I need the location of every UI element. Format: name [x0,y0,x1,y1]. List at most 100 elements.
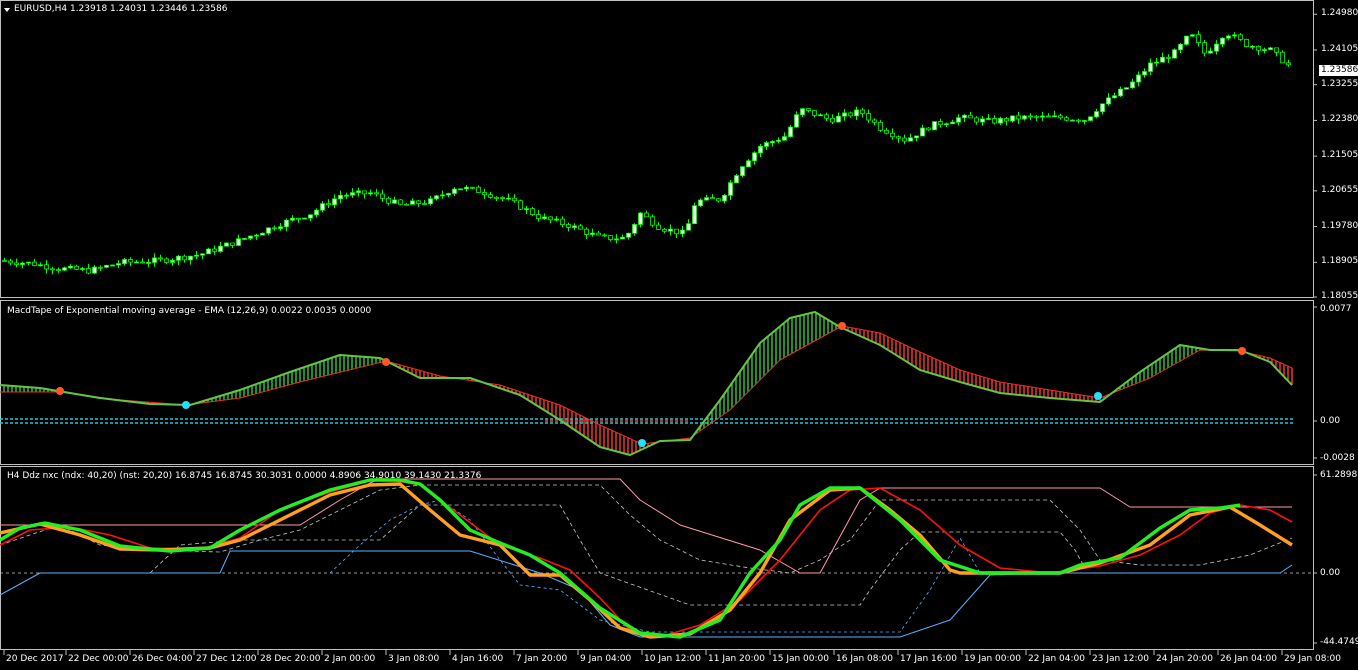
candle-body [260,232,265,236]
candle-body [794,114,799,128]
candle-body [620,236,625,240]
candle-body [116,263,121,266]
candle-body [614,238,619,241]
candle-body [272,227,277,230]
candle-body [1172,49,1177,59]
candle-body [188,255,193,261]
candle-body [350,192,355,196]
candle-body [896,136,901,139]
candle-body [1058,115,1063,119]
candle-body [668,228,673,232]
candle-body [50,268,55,271]
candle-body [1064,117,1069,121]
candle-body [92,266,97,274]
candle-body [920,127,925,137]
candle-body [140,261,145,264]
candle-body [152,257,157,263]
candle-body [86,268,91,274]
chart-canvas [0,0,1317,655]
candle-body [1022,115,1027,120]
candle-body [1040,115,1045,118]
candle-body [830,117,835,123]
candle-body [656,224,661,230]
candle-body [386,197,391,204]
candle-body [788,126,793,137]
candle-body [266,227,271,234]
candle-body [638,212,643,225]
candle-body [986,118,991,120]
time-label: 9 Jan 04:00 [580,654,632,664]
candle-body [584,228,589,235]
price-label: 1.23255 [1321,78,1358,89]
candle-body [458,188,463,191]
candle-body [506,197,511,200]
macd-signal-line [0,325,1293,445]
candle-body [938,121,943,126]
candle-body [1130,81,1135,89]
price-label: 1.19780 [1321,220,1358,231]
candle-body [1208,50,1213,54]
candle-body [854,109,859,117]
candle-body [158,257,163,260]
macd-cross-marker [182,401,190,409]
candle-body [932,121,937,131]
candle-body [596,232,601,236]
time-label: 2 Jan 00:00 [324,654,376,664]
candle-body [1196,34,1201,44]
time-label: 22 Jan 04:00 [1028,654,1085,664]
candle-body [812,110,817,116]
candle-body [800,108,805,116]
price-label: 1.18055 [1321,291,1358,301]
candle-body [44,264,49,270]
candle-body [698,199,703,207]
candle-body [1190,34,1195,37]
candle-body [974,117,979,123]
candle-body [1052,115,1057,118]
candle-body [536,214,541,219]
candle-body [302,217,307,220]
candle-body [26,261,31,264]
candle-body [1226,35,1231,39]
candle-body [488,194,493,198]
candle-body [590,232,595,235]
candle-body [326,203,331,206]
candle-body [368,192,373,195]
time-label: 19 Jan 00:00 [964,654,1021,664]
time-label: 11 Jan 20:00 [708,654,765,664]
candle-body [470,186,475,189]
price-label: 1.21505 [1321,150,1358,161]
candle-body [1124,87,1129,90]
macd-main-line [0,311,1293,456]
candle-body [554,218,559,221]
candle-body [608,235,613,240]
candle-body [104,264,109,268]
price-label: 1.20655 [1321,184,1358,195]
price-label: 1.24105 [1321,43,1358,54]
candle-body [392,199,397,204]
candle-body [980,118,985,123]
current-price-tag: 1.23586 [1319,65,1358,77]
candle-body [872,119,877,123]
candle-body [290,217,295,221]
candle-body [866,113,871,121]
ddz-scale-zero: 0.00 [1320,568,1341,578]
time-label: 20 Dec 2017 [6,654,64,664]
candle-body [836,115,841,123]
candle-body [170,259,175,263]
candle-body [452,188,457,194]
candle-body [902,137,907,142]
candle-body [758,145,763,154]
candle-body [770,141,775,144]
candle-body [320,203,325,211]
candle-body [218,245,223,252]
candle-body [842,112,847,117]
symbol-dropdown-icon[interactable] [4,8,10,12]
candle-body [1094,111,1099,118]
candle-body [680,229,685,235]
time-label: 3 Jan 08:00 [388,654,440,664]
time-label: 24 Jan 20:00 [1156,654,1213,664]
candle-body [128,259,133,263]
candle-body [464,186,469,190]
time-label: 26 Jan 04:00 [1220,654,1277,664]
candle-body [476,186,481,193]
